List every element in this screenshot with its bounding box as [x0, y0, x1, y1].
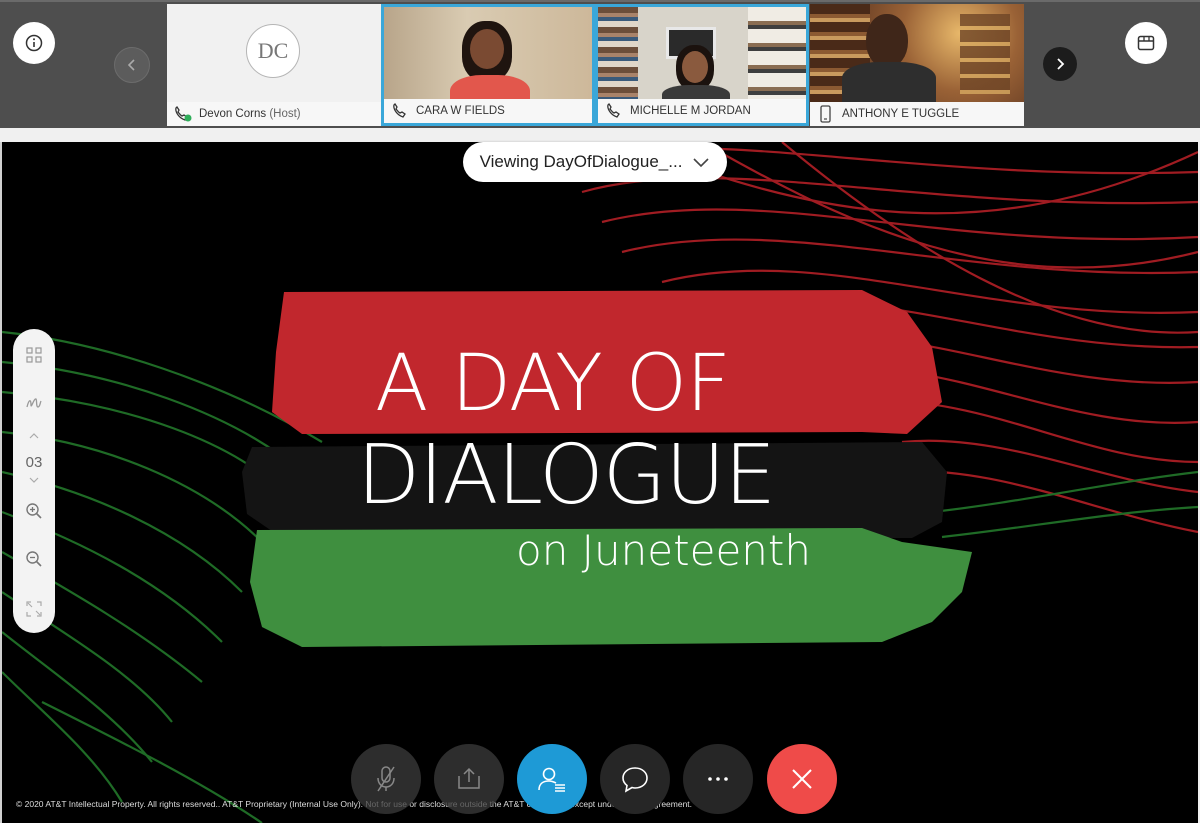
chat-button[interactable]	[600, 744, 670, 814]
zoom-in-icon	[26, 503, 42, 519]
phone-icon	[175, 106, 192, 122]
participant-tile-anthony[interactable]: ANTHONY E TUGGLE	[810, 4, 1024, 126]
share-icon	[458, 767, 480, 789]
more-icon	[708, 777, 728, 781]
participant-name: MICHELLE M JORDAN	[630, 105, 751, 117]
copyright-notice: © 2020 AT&T Intellectual Property. All r…	[16, 799, 693, 809]
chat-icon	[622, 767, 648, 793]
phone-icon	[607, 103, 620, 118]
zoom-in-button[interactable]	[13, 493, 55, 529]
layout-button[interactable]	[1125, 22, 1167, 64]
prev-participants-button[interactable]	[114, 47, 150, 83]
video-area: DC	[167, 4, 381, 102]
page-number: 03	[25, 453, 43, 471]
grid-icon	[26, 347, 42, 363]
info-button[interactable]	[13, 22, 55, 64]
page-up-button[interactable]	[13, 429, 55, 443]
viewing-dropdown[interactable]: Viewing DayOfDialogue_...	[463, 142, 727, 182]
info-icon	[25, 34, 43, 52]
slide-title-line2: DIALOGUE	[357, 428, 776, 523]
participant-strip: DC Devon Corns (Host) CARA W FIELDS MICH…	[0, 0, 1200, 128]
participant-name-bar: Devon Corns (Host)	[167, 102, 381, 126]
chevron-up-icon	[29, 433, 39, 439]
participants-icon	[538, 767, 565, 792]
phone-icon	[393, 103, 406, 118]
pen-icon	[26, 398, 42, 408]
participant-name-bar: CARA W FIELDS	[384, 99, 592, 123]
page-down-button[interactable]	[13, 474, 55, 486]
chevron-down-icon	[693, 158, 709, 168]
fit-to-screen-button[interactable]	[13, 591, 55, 627]
participant-video	[598, 7, 806, 109]
participant-tile-host[interactable]: DC Devon Corns (Host)	[167, 4, 381, 126]
layout-icon	[1137, 35, 1155, 51]
slide-title-line1: A DAY OF	[375, 339, 731, 429]
participants-button[interactable]	[517, 744, 587, 814]
chevron-right-icon	[1057, 58, 1065, 70]
participant-tile-michelle[interactable]: MICHELLE M JORDAN	[595, 4, 809, 126]
participant-name: ANTHONY E TUGGLE	[842, 108, 960, 120]
viewing-label: Viewing DayOfDialogue_...	[479, 152, 683, 171]
expand-icon	[26, 601, 42, 617]
avatar: DC	[246, 24, 300, 78]
participant-name: CARA W FIELDS	[416, 105, 505, 117]
close-icon	[792, 769, 812, 789]
more-options-button[interactable]	[683, 744, 753, 814]
zoom-out-icon	[26, 551, 42, 567]
mobile-icon	[820, 105, 831, 123]
zoom-out-button[interactable]	[13, 541, 55, 577]
participant-video	[384, 7, 592, 115]
next-participants-button[interactable]	[1043, 47, 1077, 81]
mute-button[interactable]	[351, 744, 421, 814]
host-label: (Host)	[269, 108, 301, 120]
participant-tile-cara[interactable]: CARA W FIELDS	[381, 4, 595, 126]
shared-content-area: A DAY OF DIALOGUE on Juneteenth	[0, 142, 1198, 823]
participant-name-bar: MICHELLE M JORDAN	[598, 99, 806, 123]
chevron-down-icon	[29, 477, 39, 483]
participant-video	[810, 4, 1024, 102]
leave-meeting-button[interactable]	[767, 744, 837, 814]
thumbnails-button[interactable]	[13, 337, 55, 373]
microphone-muted-icon	[377, 766, 395, 792]
slide-subtitle: on Juneteenth	[516, 526, 811, 575]
participant-name-bar: ANTHONY E TUGGLE	[810, 102, 1024, 126]
annotate-button[interactable]	[13, 385, 55, 421]
share-button[interactable]	[434, 744, 504, 814]
chevron-left-icon	[127, 59, 135, 71]
participant-name: Devon Corns	[199, 108, 267, 120]
slide-toolbar: 03	[13, 329, 55, 633]
